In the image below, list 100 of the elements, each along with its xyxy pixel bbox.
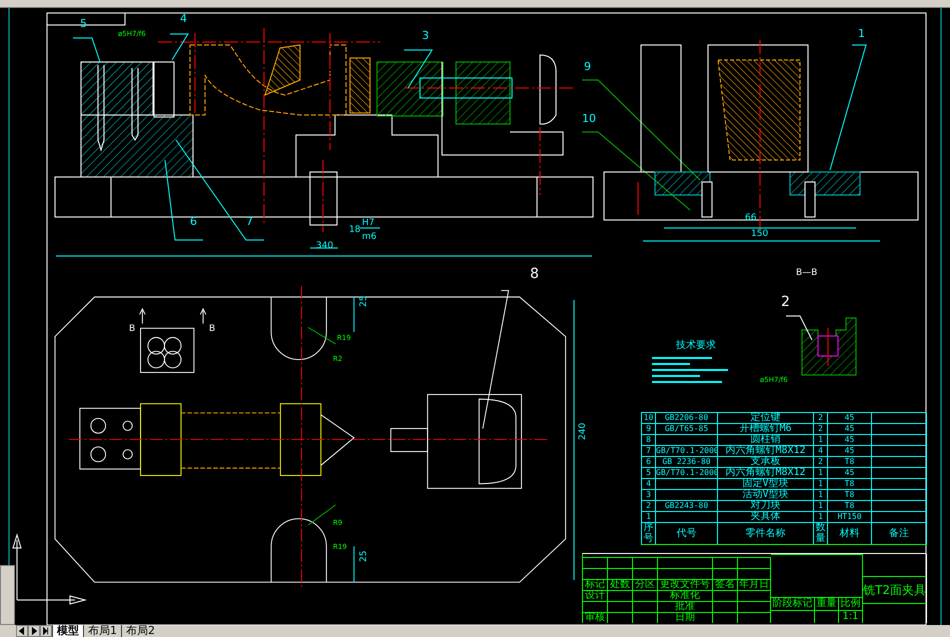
table-cell: 8 — [642, 435, 656, 446]
table-cell: T8 — [828, 457, 872, 468]
table-cell: 6 — [642, 457, 656, 468]
empty-title-cell — [771, 610, 815, 623]
table-cell: 1 — [814, 479, 828, 490]
table-cell: GB/T70.1-2000 — [656, 446, 718, 457]
empty-title-cell — [608, 601, 633, 612]
table-cell: HT150 — [828, 512, 872, 523]
empty-table-cell — [656, 490, 718, 501]
table-cell: 1 — [642, 512, 656, 523]
table-cell: 4 — [642, 479, 656, 490]
empty-title-cell — [608, 590, 633, 601]
part-number-label: 2 — [781, 294, 790, 310]
part-number-label: 1 — [858, 27, 865, 40]
empty-title-cell — [738, 590, 771, 601]
section-label: B — [129, 324, 136, 334]
part-number-label: 3 — [422, 29, 429, 42]
empty-title-cell — [608, 557, 633, 568]
empty-table-cell — [872, 501, 927, 512]
table-cell: 1 — [814, 435, 828, 446]
table-cell: 4 — [814, 446, 828, 457]
empty-title-cell — [738, 568, 771, 579]
table-cell: 7 — [642, 446, 656, 457]
part-number-label: 4 — [180, 12, 187, 25]
empty-title-cell — [608, 612, 633, 623]
empty-title-cell — [583, 557, 608, 568]
title-block-label: 签名 — [713, 579, 738, 590]
empty-title-cell — [583, 568, 608, 579]
scroll-last-button[interactable] — [40, 625, 52, 637]
table-cell: 45 — [828, 424, 872, 435]
empty-title-cell — [738, 557, 771, 568]
table-cell: 1 — [814, 501, 828, 512]
section-drawing — [786, 316, 856, 376]
empty-title-cell — [713, 612, 738, 623]
empty-title-cell — [633, 568, 658, 579]
table-cell: GB/T70.1-2000 — [656, 468, 718, 479]
empty-title-cell — [658, 557, 713, 568]
scale-value: 1:1 — [839, 610, 863, 623]
table-cell: 1 — [814, 468, 828, 479]
notes-title: 技术要求 — [676, 340, 716, 351]
table-cell: 5 — [642, 468, 656, 479]
title-block-label: 重量 — [815, 597, 839, 610]
part-number-label: 9 — [584, 60, 591, 73]
column-header: 备注 — [889, 528, 909, 538]
drawing-title: 铣T2面夹具 — [863, 576, 926, 604]
empty-title-cell — [608, 568, 633, 579]
scroll-left-button[interactable] — [16, 625, 28, 637]
scroll-right-button[interactable] — [28, 625, 40, 637]
table-cell: 9 — [642, 424, 656, 435]
table-cell: 45 — [828, 468, 872, 479]
title-block-label: 比例 — [839, 597, 863, 610]
empty-title-cell — [738, 612, 771, 623]
part-number-label: 8 — [530, 266, 539, 282]
empty-table-cell — [872, 457, 927, 468]
empty-title-cell — [713, 601, 738, 612]
empty-table-cell — [872, 446, 927, 457]
empty-title-cell — [633, 590, 658, 601]
table-cell: GB 2236-80 — [656, 457, 718, 468]
empty-title-cell — [815, 610, 839, 623]
empty-table-cell — [872, 435, 927, 446]
empty-table-cell — [872, 479, 927, 490]
column-header: 零件名称 — [746, 528, 786, 538]
column-header: 材料 — [840, 528, 860, 538]
table-cell: 45 — [828, 413, 872, 424]
section-label: B—B — [796, 268, 818, 278]
empty-table-cell — [872, 490, 927, 501]
table-cell: 3 — [642, 490, 656, 501]
right-arrow-icon — [29, 626, 39, 636]
empty-title-cell — [583, 601, 608, 612]
empty-title-cell — [633, 601, 658, 612]
empty-table-cell — [872, 468, 927, 479]
table-cell: 2 — [642, 501, 656, 512]
dimension-label: 25 — [359, 296, 369, 307]
section-label: B — [209, 324, 216, 334]
table-cell: 45 — [828, 435, 872, 446]
right-arrow-icon — [41, 626, 51, 636]
table-cell: 2 — [814, 457, 828, 468]
title-block-label: 阶段标记 — [771, 597, 815, 610]
layout-tab[interactable]: 模型 — [52, 625, 83, 637]
table-cell: 1 — [814, 512, 828, 523]
empty-table-cell — [656, 435, 718, 446]
table-cell: T8 — [828, 501, 872, 512]
table-cell: 2 — [814, 413, 828, 424]
column-header: 代号 — [676, 528, 696, 538]
empty-title-cell — [658, 568, 713, 579]
part-number-label: 10 — [582, 112, 596, 125]
table-cell: 1 — [814, 490, 828, 501]
empty-title-cell — [713, 557, 738, 568]
dimension-label: 25 — [359, 550, 369, 562]
empty-table-cell — [656, 479, 718, 490]
dimension-label: 18 — [349, 225, 360, 235]
table-cell: GB2243-80 — [656, 501, 718, 512]
dimension-label: 150 — [751, 229, 768, 239]
empty-title-cell — [633, 612, 658, 623]
empty-table-cell — [872, 413, 927, 424]
part-number-label: 6 — [190, 215, 197, 228]
ucs-icon — [12, 533, 87, 605]
table-cell: T8 — [828, 479, 872, 490]
empty-table-cell — [872, 424, 927, 435]
table-cell: GB/T65-85 — [656, 424, 718, 435]
